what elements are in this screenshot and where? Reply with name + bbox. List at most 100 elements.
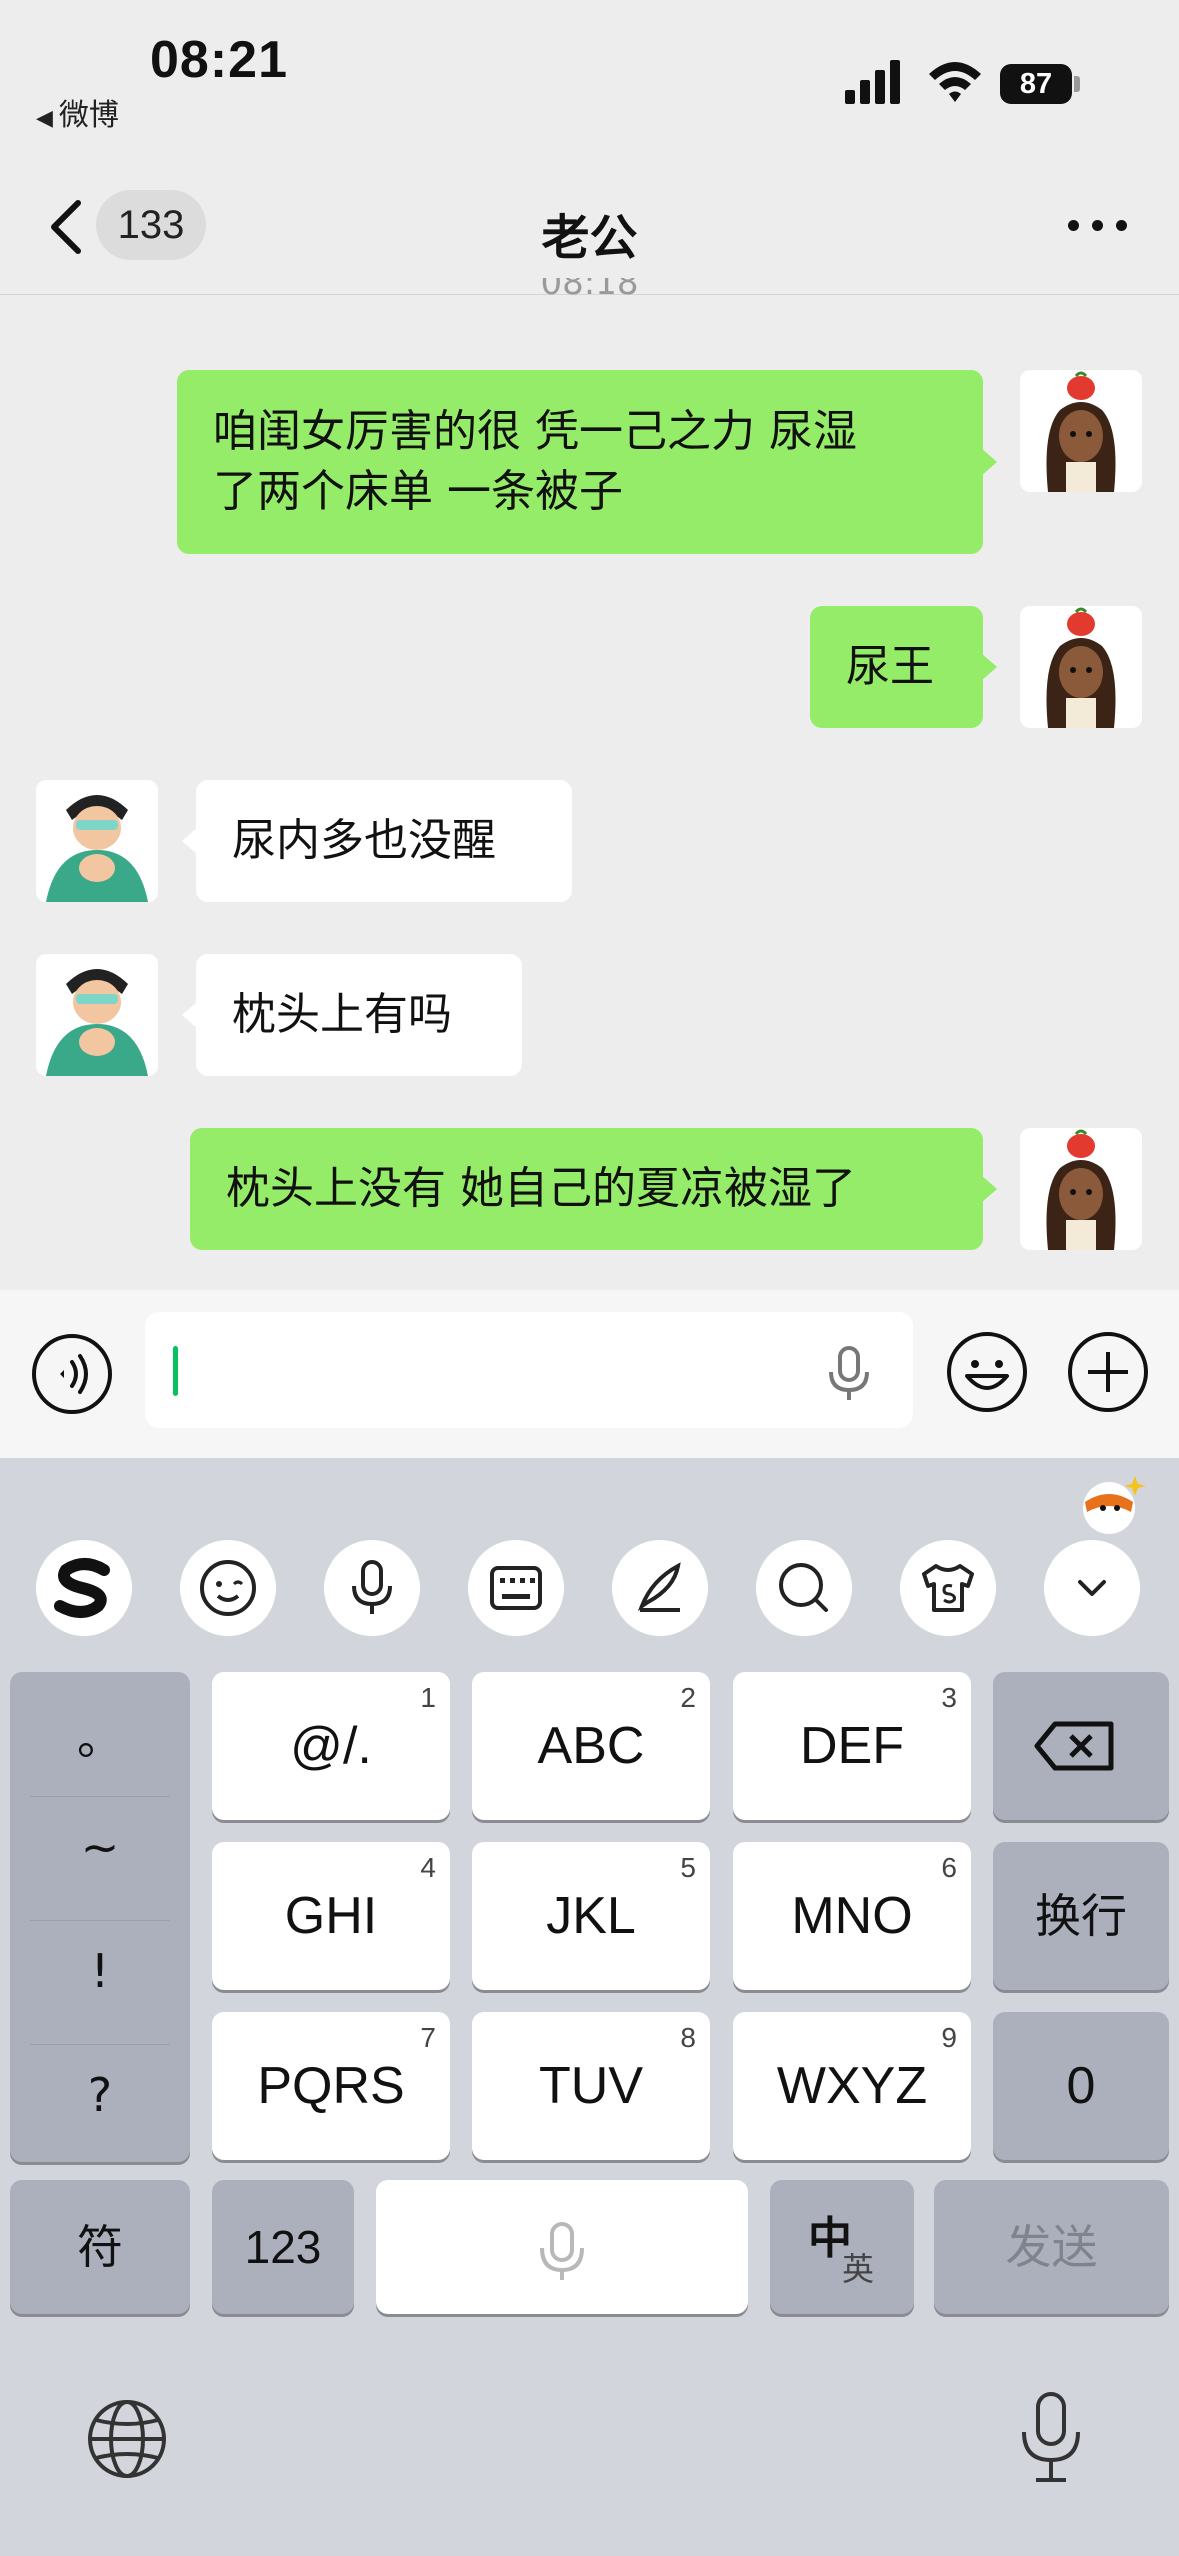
- sogou-logo-icon[interactable]: [36, 1540, 132, 1636]
- key-3[interactable]: DEF 3: [733, 1672, 971, 1820]
- key-label: 符: [77, 2221, 123, 2273]
- key-number: 8: [680, 2022, 696, 2053]
- message-text: 尿王: [846, 641, 934, 692]
- microphone-icon: [540, 2222, 584, 2280]
- key-label: JKL: [546, 1887, 636, 1945]
- key-6[interactable]: MNO 6: [733, 1842, 971, 1990]
- battery-indicator: 87: [1000, 64, 1072, 104]
- key-7[interactable]: PQRS 7: [212, 2012, 450, 2160]
- message-bubble-outgoing[interactable]: 枕头上没有 她自己的夏凉被湿了: [190, 1128, 997, 1250]
- message-bubble-incoming[interactable]: 枕头上有吗: [182, 954, 522, 1076]
- key-8[interactable]: TUV 8: [472, 2012, 710, 2160]
- key-1[interactable]: @/. 1: [212, 1672, 450, 1820]
- message-input-bar: [0, 1290, 1179, 1458]
- plus-icon[interactable]: [1066, 1330, 1150, 1414]
- wifi-icon: [929, 62, 981, 102]
- key-label: 0: [1066, 2057, 1096, 2115]
- key-label: PQRS: [257, 2057, 405, 2115]
- search-icon[interactable]: [756, 1540, 852, 1636]
- message-text: 尿内多也没醒: [232, 815, 496, 866]
- backspace-icon: [1034, 1721, 1114, 1771]
- text-caret: [173, 1346, 178, 1396]
- key-5[interactable]: JKL 5: [472, 1842, 710, 1990]
- divider: [30, 1920, 170, 1921]
- key-label: DEF: [800, 1717, 904, 1775]
- voice-mode-icon[interactable]: [30, 1332, 114, 1416]
- english-label: 英: [842, 2251, 875, 2287]
- chat-header: 133 老公: [0, 160, 1179, 295]
- key-label: 发送: [1005, 2221, 1098, 2273]
- status-bar: 08:21 ◀ 微博 87: [0, 0, 1179, 160]
- my-avatar[interactable]: [1020, 606, 1142, 728]
- dot-icon: [1068, 220, 1079, 231]
- message-text: 枕头上没有 她自己的夏凉被湿了: [226, 1163, 856, 1214]
- cellular-signal-icon: [845, 60, 900, 104]
- message-text: 了两个床单 一条被子: [213, 466, 623, 517]
- pen-icon[interactable]: [612, 1540, 708, 1636]
- back-to-app-link[interactable]: ◀ 微博: [36, 90, 119, 134]
- newline-key[interactable]: 换行: [993, 1842, 1169, 1990]
- contact-avatar[interactable]: [36, 954, 158, 1076]
- key-label: 换行: [1035, 1890, 1127, 1942]
- dot-icon: [1092, 220, 1103, 231]
- key-label: TUV: [539, 2057, 643, 2115]
- key-number: 6: [941, 1852, 957, 1883]
- back-app-label: 微博: [58, 98, 119, 133]
- symbol-mode-key[interactable]: 符: [10, 2180, 190, 2314]
- key-4[interactable]: GHI 4: [212, 1842, 450, 1990]
- my-avatar[interactable]: [1020, 1128, 1142, 1250]
- emoji-icon[interactable]: [945, 1330, 1029, 1414]
- key-label: WXYZ: [776, 2057, 928, 2115]
- space-key[interactable]: [376, 2180, 748, 2314]
- symbol-column[interactable]: 。 ~ ! ?: [10, 1672, 190, 2162]
- voice-icon[interactable]: [324, 1540, 420, 1636]
- message-bubble-outgoing[interactable]: 咱闺女厉害的很 凭一己之力 尿湿 了两个床单 一条被子: [177, 370, 997, 554]
- key-label: GHI: [284, 1887, 378, 1945]
- emoji-face-icon[interactable]: [180, 1540, 276, 1636]
- key-number: 7: [420, 2022, 436, 2053]
- message-bubble-incoming[interactable]: 尿内多也没醒: [182, 780, 572, 902]
- my-avatar[interactable]: [1020, 370, 1142, 492]
- send-key[interactable]: 发送: [934, 2180, 1169, 2314]
- key-number: 9: [941, 2022, 957, 2053]
- key-number: 2: [680, 1682, 696, 1713]
- message-text: 枕头上有吗: [232, 989, 452, 1040]
- divider: [30, 2044, 170, 2045]
- chevron-down-icon[interactable]: [1044, 1540, 1140, 1636]
- key-9[interactable]: WXYZ 9: [733, 2012, 971, 2160]
- key-label: ABC: [537, 1717, 645, 1775]
- tshirt-icon[interactable]: [900, 1540, 996, 1636]
- back-triangle-icon: ◀: [36, 106, 53, 131]
- keyboard-toolbar: [0, 1458, 1179, 1668]
- key-2[interactable]: ABC 2: [472, 1672, 710, 1820]
- number-mode-key[interactable]: 123: [212, 2180, 354, 2314]
- key-label: 123: [244, 2221, 322, 2273]
- more-options-button[interactable]: [1060, 200, 1140, 250]
- symbol-key[interactable]: !: [10, 1944, 190, 1998]
- message-timestamp: 08:18: [540, 278, 639, 300]
- message-input[interactable]: [145, 1312, 913, 1428]
- dictation-microphone-icon[interactable]: [1018, 2390, 1084, 2486]
- key-number: 5: [680, 1852, 696, 1883]
- zero-key[interactable]: 0: [993, 2012, 1169, 2160]
- globe-icon[interactable]: [86, 2398, 168, 2480]
- key-label: MNO: [791, 1887, 913, 1945]
- symbol-key[interactable]: ?: [10, 2068, 190, 2122]
- dot-icon: [1116, 220, 1127, 231]
- contact-avatar[interactable]: [36, 780, 158, 902]
- backspace-key[interactable]: [993, 1672, 1169, 1820]
- key-number: 3: [941, 1682, 957, 1713]
- clock: 08:21: [150, 31, 288, 89]
- key-number: 1: [420, 1682, 436, 1713]
- symbol-key[interactable]: ~: [10, 1820, 190, 1874]
- keyboard-icon[interactable]: [468, 1540, 564, 1636]
- key-number: 4: [420, 1852, 436, 1883]
- chat-title: 老公: [541, 210, 638, 266]
- sogou-mascot-icon[interactable]: [1075, 1468, 1147, 1540]
- microphone-icon[interactable]: [823, 1344, 875, 1404]
- message-text: 咱闺女厉害的很 凭一己之力 尿湿: [213, 406, 857, 457]
- message-bubble-outgoing[interactable]: 尿王: [810, 606, 997, 728]
- key-label: @/.: [290, 1717, 372, 1775]
- language-switch-key[interactable]: 中 英: [770, 2180, 914, 2314]
- symbol-key[interactable]: 。: [10, 1702, 190, 1768]
